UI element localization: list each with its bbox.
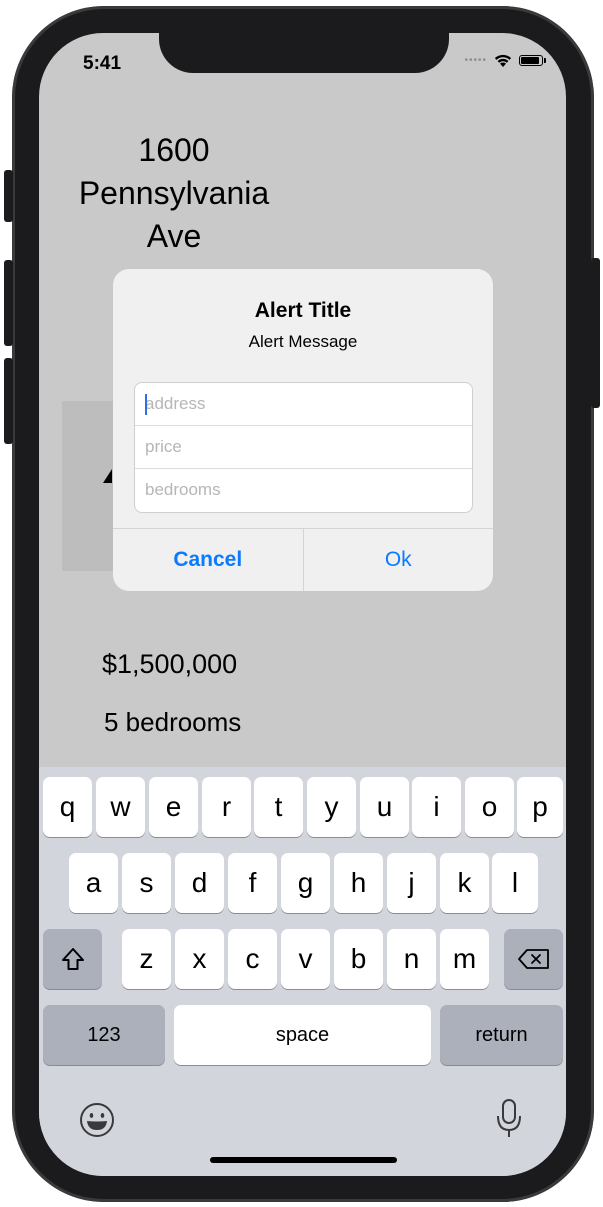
alert-title: Alert Title — [254, 299, 352, 322]
shift-icon — [61, 948, 84, 970]
key-q[interactable]: q — [43, 777, 92, 837]
address-field[interactable] — [135, 383, 472, 425]
key-a[interactable]: a — [69, 853, 118, 913]
key-v[interactable]: v — [281, 929, 330, 989]
listing-price: $1,500,000 — [102, 649, 238, 679]
screen: 5:41 ••••• 1600 Pennsylvania Ave $1,500,… — [39, 33, 566, 1176]
address-line-2: Pennsylvania — [78, 175, 270, 211]
power-button — [591, 258, 600, 408]
key-j[interactable]: j — [387, 853, 436, 913]
delete-icon — [517, 949, 549, 969]
key-k[interactable]: k — [440, 853, 489, 913]
return-key[interactable]: return — [440, 1005, 563, 1065]
key-d[interactable]: d — [175, 853, 224, 913]
microphone-icon[interactable] — [493, 1097, 525, 1141]
signal-dots-icon: ••••• — [464, 55, 487, 66]
address-field-wrap — [135, 383, 472, 426]
price-field-wrap — [135, 426, 472, 469]
battery-cap — [544, 58, 546, 63]
numbers-key[interactable]: 123 — [43, 1005, 165, 1065]
emoji-icon[interactable] — [78, 1101, 116, 1139]
address-line-1: 1600 — [138, 132, 210, 168]
key-i[interactable]: i — [412, 777, 461, 837]
key-o[interactable]: o — [465, 777, 514, 837]
listing-image-glyph — [103, 469, 112, 483]
key-x[interactable]: x — [175, 929, 224, 989]
status-icons: ••••• — [464, 53, 546, 68]
key-l[interactable]: l — [492, 853, 538, 913]
home-indicator[interactable] — [210, 1157, 397, 1163]
shift-key[interactable] — [43, 929, 102, 989]
ok-button[interactable]: Ok — [304, 529, 494, 591]
price-field[interactable] — [135, 426, 472, 468]
key-g[interactable]: g — [281, 853, 330, 913]
status-time: 5:41 — [83, 53, 122, 74]
address-line-3: Ave — [146, 218, 202, 254]
text-cursor — [145, 394, 147, 415]
delete-key[interactable] — [504, 929, 563, 989]
battery-icon — [519, 55, 543, 66]
key-y[interactable]: y — [307, 777, 356, 837]
key-r[interactable]: r — [202, 777, 251, 837]
wifi-icon — [494, 54, 512, 67]
key-b[interactable]: b — [334, 929, 383, 989]
key-s[interactable]: s — [122, 853, 171, 913]
key-p[interactable]: p — [517, 777, 563, 837]
key-z[interactable]: z — [122, 929, 171, 989]
space-key[interactable]: space — [174, 1005, 431, 1065]
key-u[interactable]: u — [360, 777, 409, 837]
notch — [159, 33, 449, 73]
cancel-button[interactable]: Cancel — [113, 529, 304, 591]
key-m[interactable]: m — [440, 929, 489, 989]
volume-up-button — [4, 260, 13, 346]
listing-address: 1600 Pennsylvania Ave — [69, 129, 279, 258]
listing-bedrooms: 5 bedrooms — [104, 707, 242, 737]
bedrooms-field[interactable] — [135, 469, 472, 511]
alert-message: Alert Message — [248, 332, 358, 351]
key-f[interactable]: f — [228, 853, 277, 913]
bedrooms-field-wrap — [135, 469, 472, 511]
keyboard: q w e r t y u i o p a s d f g h j k l z … — [39, 767, 566, 1176]
mute-switch — [4, 170, 13, 222]
key-c[interactable]: c — [228, 929, 277, 989]
key-t[interactable]: t — [254, 777, 303, 837]
alert-field-group — [134, 382, 473, 513]
key-w[interactable]: w — [96, 777, 145, 837]
key-h[interactable]: h — [334, 853, 383, 913]
alert-dialog: Alert Title Alert Message Cancel Ok — [113, 269, 493, 591]
key-n[interactable]: n — [387, 929, 436, 989]
key-e[interactable]: e — [149, 777, 198, 837]
volume-down-button — [4, 358, 13, 444]
alert-actions: Cancel Ok — [113, 528, 493, 591]
